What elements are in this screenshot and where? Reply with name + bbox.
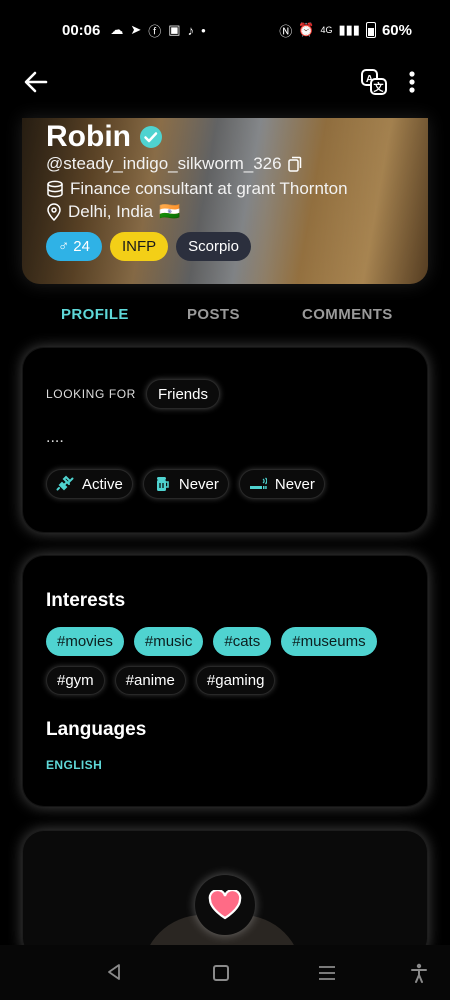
nav-home-icon[interactable] [213,965,229,981]
drink-icon [156,477,169,491]
zodiac-chip: Scorpio [176,232,251,261]
accessibility-icon[interactable] [410,963,428,983]
heart-icon [208,890,242,920]
india-flag-icon: 🇮🇳 [159,202,181,221]
age-value: 24 [73,238,90,255]
smoking-icon [249,477,267,489]
location-pin-icon [47,203,61,221]
profile-location: Delhi, India [68,202,154,221]
habit-smoking-label: Never [274,475,315,493]
more-options-button[interactable] [402,68,422,96]
app-bar: A 文 [0,60,450,106]
interest-tag: #music [133,627,204,656]
database-icon [47,180,63,198]
gender-age-chip: ♂ 24 [46,232,102,261]
copy-icon[interactable] [287,156,302,172]
profile-chips: ♂ 24 INFP Scorpio [46,232,251,261]
interest-tag: #movies [46,627,124,656]
habit-drinking: Never [142,469,229,499]
bio-text: .... [46,429,64,446]
interests-highlighted-row: #movies #music #cats #museums [46,627,377,656]
more-notifications-icon: • [201,22,206,38]
like-button[interactable] [195,875,255,935]
name-row: Robin [46,120,163,154]
male-icon: ♂ [58,238,70,255]
facebook-icon: ⓕ [148,23,162,39]
mbti-chip: INFP [109,232,169,261]
battery-percent: 60% [381,21,412,39]
looking-for-row: LOOKING FOR Friends [46,379,220,409]
location-row: Delhi, India 🇮🇳 [46,202,180,222]
profile-name: Robin [46,120,131,153]
back-button[interactable] [22,68,50,96]
habits-row: Active Never Never [46,469,325,499]
nav-recents-icon[interactable] [318,965,336,981]
cloud-icon: ☁ [110,22,124,37]
interests-other-row: #gym #anime #gaming [46,666,276,695]
handle-row: @steady_indigo_silkworm_326 [46,154,302,174]
svg-text:文: 文 [374,81,385,94]
languages-title: Languages [46,719,147,740]
habit-smoking: Never [238,469,325,499]
nfc-icon: Ⓝ [279,23,293,39]
nav-back-icon[interactable] [106,963,122,981]
interests-card: Interests #movies #music #cats #museums … [22,555,428,807]
interest-tag: #gym [46,666,105,695]
interest-tag: #anime [114,666,186,695]
occupation-row: Finance consultant at grant Thornton [46,179,348,199]
system-nav-bar [0,945,450,1000]
tab-posts[interactable]: POSTS [187,306,240,323]
back-arrow-icon [24,71,48,93]
tab-profile[interactable]: PROFILE [61,306,129,323]
tab-comments[interactable]: COMMENTS [302,306,393,323]
translate-icon: A 文 [361,69,387,95]
signal-icon: ▮▮▮ [338,22,360,37]
looking-for-label: LOOKING FOR [46,387,136,401]
notification-icons: ☁ ➤ ⓕ ▣ ♪ • [110,21,205,40]
profile-header-card: Robin @steady_indigo_silkworm_326 Financ… [22,118,428,284]
language-item: ENGLISH [46,758,103,772]
profile-occupation: Finance consultant at grant Thornton [70,179,348,198]
interest-tag: #gaming [195,666,276,695]
looking-for-value: Friends [145,379,220,409]
habit-drinking-label: Never [178,475,219,493]
habit-exercise: Active [46,469,133,499]
translate-button[interactable]: A 文 [360,68,388,96]
more-vert-icon [409,71,415,93]
habit-exercise-label: Active [82,475,123,493]
interests-title: Interests [46,590,126,611]
status-time: 00:06 [62,21,101,39]
alarm-icon: ⏰ [298,22,315,37]
profile-handle: @steady_indigo_silkworm_326 [46,154,282,173]
status-bar: 00:06 ☁ ➤ ⓕ ▣ ♪ • Ⓝ ⏰ 4G ▮▮▮ 60% [0,0,450,60]
fitness-icon [56,475,74,491]
app-icon: ▣ [168,22,181,37]
interest-tag: #cats [213,627,272,656]
profile-tabs: PROFILE POSTS COMMENTS [0,298,450,334]
network-label: 4G [320,25,333,35]
tiktok-icon: ♪ [187,22,195,38]
telegram-icon: ➤ [130,22,142,37]
verified-icon [139,126,162,148]
interest-tag: #museums [281,627,377,656]
status-right: Ⓝ ⏰ 4G ▮▮▮ 60% [279,21,412,40]
about-card: LOOKING FOR Friends .... Active Never Ne… [22,347,428,533]
battery-icon [365,22,376,38]
